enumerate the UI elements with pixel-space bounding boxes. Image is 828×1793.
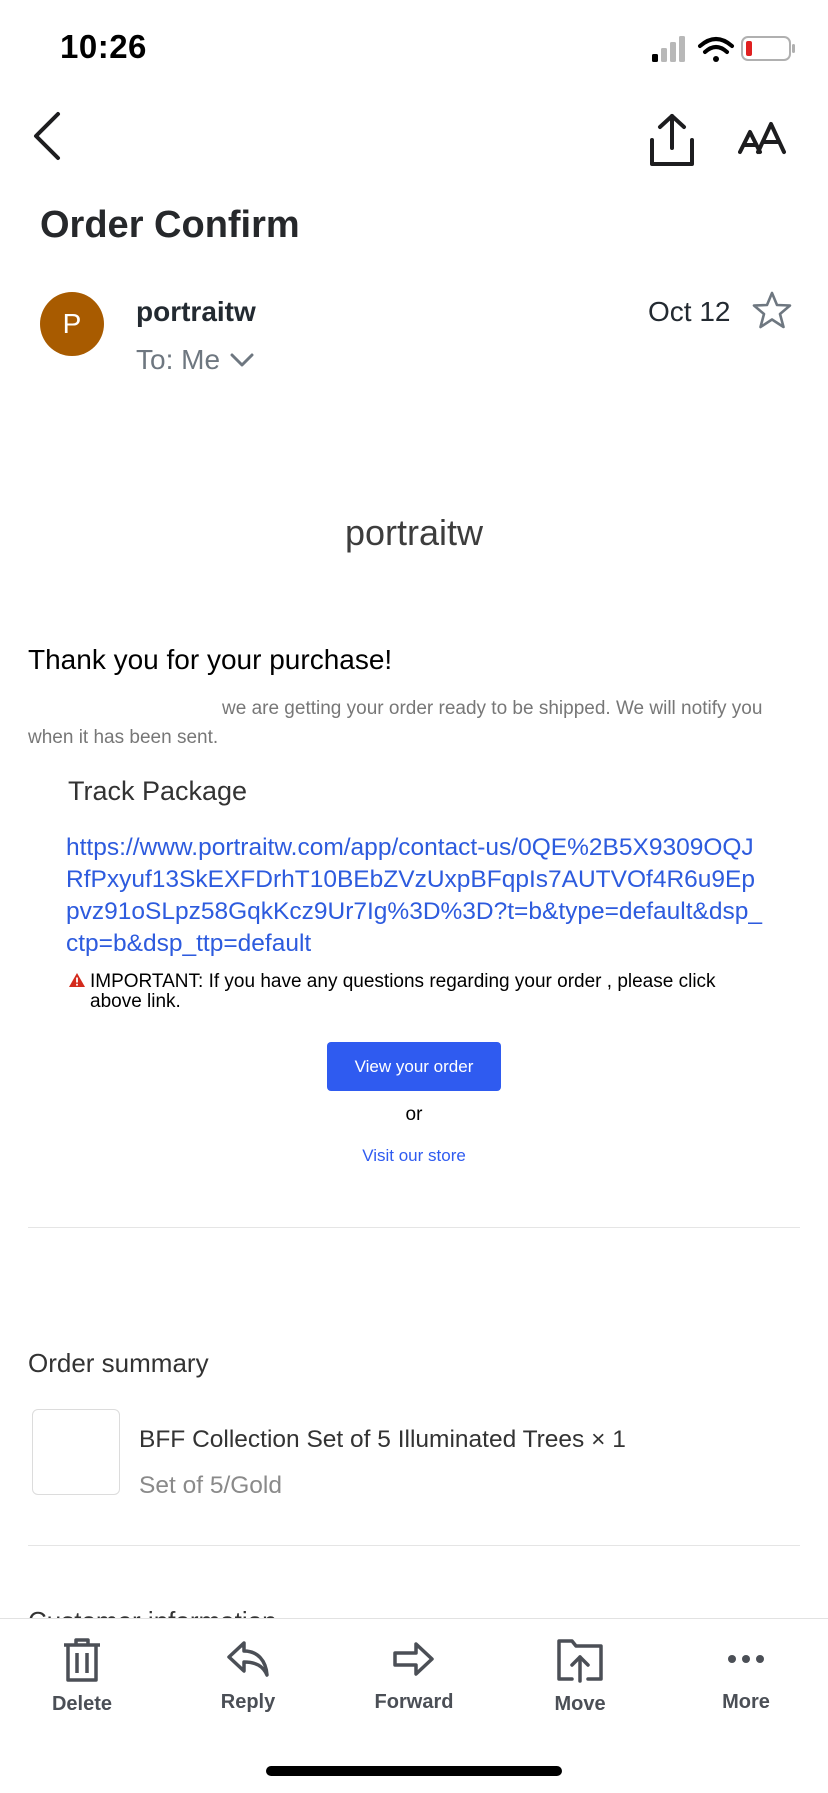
sender-avatar[interactable]: P [40,292,104,356]
move-folder-icon [557,1639,603,1683]
home-indicator [266,1766,562,1776]
delete-label: Delete [51,1693,113,1715]
more-dots-icon [728,1655,764,1663]
forward-icon [393,1642,434,1676]
email-subject: Order Confirm [40,204,300,246]
forward-label: Forward [374,1691,454,1713]
product-name: BFF Collection Set of 5 Illuminated Tree… [139,1426,626,1453]
track-package-link[interactable]: https://www.portraitw.com/app/contact-us… [66,832,766,960]
thanks-heading: Thank you for your purchase! [28,644,393,675]
recipient-label: To: Me [136,344,221,375]
view-order-button[interactable]: View your order [327,1042,501,1091]
warning-icon [68,972,90,1012]
more-button[interactable]: More [686,1637,806,1714]
divider [28,1227,800,1228]
track-package-title: Track Package [68,776,248,806]
reply-label: Reply [220,1691,276,1713]
important-note: IMPORTANT: If you have any questions reg… [68,972,768,1012]
chevron-down-icon [230,353,254,367]
star-icon[interactable] [752,290,792,330]
shipping-message: we are getting your order ready to be sh… [28,698,763,748]
back-icon[interactable] [28,110,68,162]
sender-name[interactable]: portraitw [136,296,256,328]
more-label: More [722,1691,770,1713]
or-text: or [405,1104,423,1125]
email-date: Oct 12 [648,296,731,327]
reply-button[interactable]: Reply [188,1637,308,1714]
important-text: IMPORTANT: If you have any questions reg… [90,971,716,1012]
divider [28,1545,800,1546]
order-summary-title: Order summary [28,1348,209,1378]
delete-button[interactable]: Delete [22,1637,142,1716]
battery-icon [741,36,795,61]
move-button[interactable]: Move [520,1637,640,1716]
status-time: 10:26 [60,28,147,65]
trash-icon [64,1638,100,1682]
product-variant: Set of 5/Gold [139,1472,283,1499]
signal-icon [652,36,685,62]
wifi-icon [698,37,734,62]
text-size-icon[interactable] [738,120,788,156]
share-icon[interactable] [646,112,698,168]
reply-icon [227,1641,269,1677]
forward-button[interactable]: Forward [354,1637,474,1714]
product-thumbnail [32,1409,120,1495]
visit-store-link[interactable]: Visit our store [0,1146,828,1166]
recipient-toggle[interactable]: To: Me [136,344,254,376]
brand-name: portraitw [344,512,484,553]
move-label: Move [554,1693,606,1715]
status-icons [648,32,798,68]
